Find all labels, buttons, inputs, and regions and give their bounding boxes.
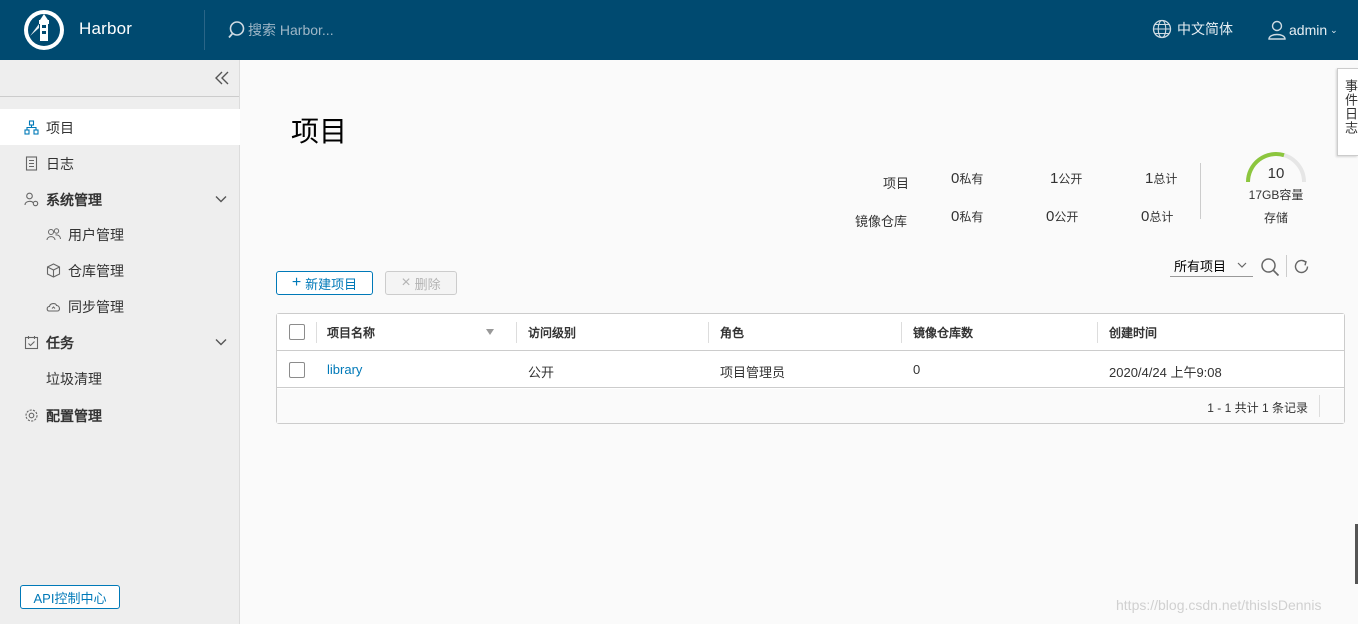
storage-gauge-value: 10	[1267, 165, 1285, 182]
refresh-icon[interactable]	[1293, 258, 1310, 275]
stat-project-private: 0私有	[951, 170, 984, 187]
log-icon	[25, 156, 38, 171]
cell-access: 公开	[528, 365, 555, 380]
stats-divider	[1200, 163, 1201, 219]
delete-label: 删除	[414, 276, 441, 292]
cell-role: 项目管理员	[720, 365, 786, 380]
sidebar-item-registry-management[interactable]: 仓库管理	[0, 252, 240, 288]
sidebar-item-label: 日志	[46, 156, 74, 172]
brand-name[interactable]: Harbor	[79, 19, 132, 39]
language-label: 中文简体	[1177, 21, 1233, 37]
column-separator	[901, 322, 902, 343]
user-menu[interactable]: admin ⌄	[1267, 19, 1338, 41]
cell-created: 2020/4/24 上午9:08	[1109, 365, 1222, 380]
sidebar-item-system-admin[interactable]: 系统管理	[0, 181, 240, 217]
sidebar-item-label: 任务	[46, 335, 74, 351]
column-header-name[interactable]: 项目名称	[327, 324, 375, 341]
column-header-created[interactable]: 创建时间	[1109, 324, 1157, 341]
pagination-summary: 1 - 1 共计 1 条记录	[1207, 401, 1308, 415]
chevron-down-icon: ⌄	[1330, 24, 1338, 35]
column-separator	[516, 322, 517, 343]
page-title: 项目	[291, 116, 348, 147]
cell-repo-count: 0	[913, 362, 921, 377]
filter-icon[interactable]	[486, 329, 494, 335]
stat-repo-private: 0私有	[951, 208, 984, 225]
column-separator	[708, 322, 709, 343]
new-project-label: 新建项目	[305, 276, 358, 292]
sidebar-item-label: 同步管理	[68, 299, 124, 315]
sidebar-item-label: 仓库管理	[68, 263, 124, 279]
column-separator	[1097, 322, 1098, 343]
filter-selected-value: 所有项目	[1174, 259, 1227, 274]
sidebar-item-label: 项目	[46, 120, 74, 136]
tasks-icon	[24, 336, 39, 350]
new-project-button[interactable]: + 新建项目	[276, 271, 373, 295]
event-log-label: 事件日志	[1343, 79, 1358, 135]
sidebar: 项目 日志 系统管理 用户管理 仓库管理 同步管理 任务 垃圾清理 配置管理 A…	[0, 60, 240, 624]
language-switcher[interactable]: 中文简体	[1152, 19, 1233, 39]
users-icon	[46, 228, 61, 241]
chevron-down-icon	[1237, 262, 1247, 268]
chevron-down-icon[interactable]	[214, 335, 228, 349]
column-separator	[316, 322, 317, 343]
column-header-access[interactable]: 访问级别	[528, 324, 576, 341]
harbor-logo-icon[interactable]	[24, 10, 64, 50]
projects-table: 项目名称 访问级别 角色 镜像仓库数 创建时间 library 公开 项目管理员…	[276, 313, 1345, 424]
column-header-repo-count[interactable]: 镜像仓库数	[913, 324, 973, 341]
settings-icon	[25, 409, 38, 422]
search-icon[interactable]	[1260, 257, 1280, 277]
sidebar-item-garbage-collection[interactable]: 垃圾清理	[0, 360, 240, 396]
close-icon: ×	[401, 274, 411, 291]
toolbar-divider	[1286, 255, 1287, 277]
sidebar-item-label: 系统管理	[46, 192, 102, 208]
projects-icon	[24, 120, 39, 135]
footer-divider	[1319, 395, 1320, 417]
sidebar-item-configuration[interactable]: 配置管理	[0, 397, 240, 433]
sidebar-item-user-management[interactable]: 用户管理	[0, 216, 240, 252]
sidebar-item-tasks[interactable]: 任务	[0, 324, 240, 360]
api-explorer-button[interactable]: API控制中心	[20, 585, 120, 609]
watermark: https://blog.csdn.net/thisIsDennis	[1116, 597, 1322, 613]
user-icon	[1268, 20, 1286, 40]
header-divider	[204, 10, 205, 50]
top-header: Harbor 中文简体 admin ⌄	[0, 0, 1358, 60]
sidebar-item-projects[interactable]: 项目	[0, 109, 240, 145]
username: admin	[1289, 22, 1328, 38]
storage-capacity: 17GB容量	[1248, 188, 1304, 202]
system-admin-icon	[24, 192, 39, 207]
storage-label: 存储	[1263, 211, 1288, 225]
stat-project-label: 项目	[883, 176, 910, 191]
event-log-tab[interactable]: 事件日志	[1337, 68, 1358, 156]
stat-repo-public: 0公开	[1046, 208, 1079, 225]
table-footer: 1 - 1 共计 1 条记录	[277, 389, 1344, 423]
collapse-sidebar-icon[interactable]	[214, 70, 230, 86]
stat-repo-total: 0总计	[1141, 208, 1174, 225]
project-filter-select[interactable]: 所有项目	[1170, 255, 1253, 277]
stat-project-total: 1总计	[1145, 170, 1178, 187]
table-row[interactable]: library 公开 项目管理员 0 2020/4/24 上午9:08	[277, 351, 1344, 388]
replication-icon	[46, 303, 60, 312]
sidebar-item-label: 垃圾清理	[46, 371, 102, 387]
table-header: 项目名称 访问级别 角色 镜像仓库数 创建时间	[277, 314, 1344, 351]
project-name-link[interactable]: library	[327, 362, 362, 377]
row-checkbox[interactable]	[289, 362, 305, 378]
registry-icon	[46, 263, 61, 278]
plus-icon: +	[291, 274, 302, 291]
sidebar-collapse-bar	[0, 60, 239, 97]
search-icon[interactable]	[228, 20, 248, 40]
stat-project-public: 1公开	[1050, 170, 1083, 187]
sidebar-item-replication-management[interactable]: 同步管理	[0, 288, 240, 324]
sidebar-item-label: 用户管理	[68, 227, 124, 243]
sidebar-item-logs[interactable]: 日志	[0, 145, 240, 181]
column-header-role[interactable]: 角色	[720, 324, 744, 341]
stat-repo-label: 镜像仓库	[855, 214, 908, 229]
delete-button[interactable]: × 删除	[385, 271, 457, 295]
select-all-checkbox[interactable]	[289, 324, 305, 340]
chevron-down-icon[interactable]	[214, 192, 228, 206]
globe-icon	[1152, 19, 1172, 39]
global-search-input[interactable]	[248, 18, 508, 42]
sidebar-item-label: 配置管理	[46, 408, 102, 424]
